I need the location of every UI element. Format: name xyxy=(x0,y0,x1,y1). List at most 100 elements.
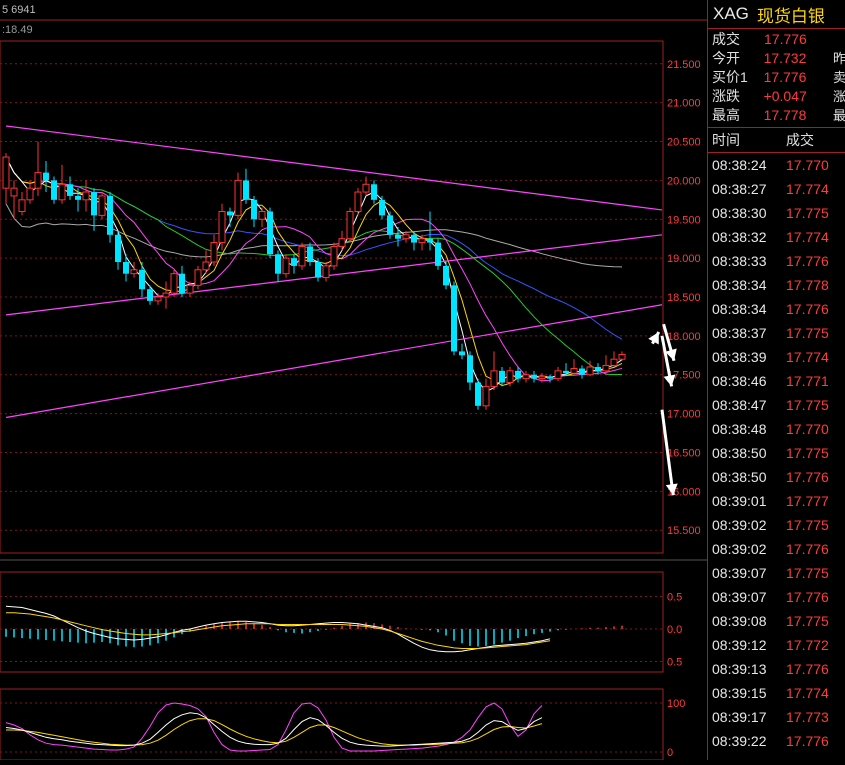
tick-price: 17.775 xyxy=(786,445,829,461)
candle-body-up xyxy=(522,374,530,380)
macd-tick-label: 0.5 xyxy=(667,592,682,604)
tick-price: 17.775 xyxy=(786,397,829,413)
quote-label: 成交 xyxy=(712,30,740,47)
tick-price: 17.770 xyxy=(786,157,829,173)
quote-row: 成交 17.776 xyxy=(708,29,845,48)
candle-body-down xyxy=(395,234,401,239)
tick-time: 08:39:02 xyxy=(712,541,767,557)
candle-body-up xyxy=(570,368,578,374)
candle-body-down xyxy=(451,285,457,352)
tick-price: 17.774 xyxy=(786,685,829,701)
tick-price: 17.776 xyxy=(786,469,829,485)
tick-time: 08:38:37 xyxy=(712,325,767,341)
candle-body-down xyxy=(371,184,377,200)
candle-body-down xyxy=(75,195,81,200)
candle-body-up xyxy=(354,191,362,212)
candle-body-up xyxy=(218,210,226,244)
candle-body-down xyxy=(107,195,113,235)
candle-body-down xyxy=(475,382,481,406)
y-tick-label: 16.500 xyxy=(667,447,701,459)
tick-time: 08:38:33 xyxy=(712,253,767,269)
quote-row: 最高 17.778 最 xyxy=(708,105,845,124)
tick-time: 08:38:50 xyxy=(712,445,767,461)
macd-dea-line xyxy=(6,612,551,649)
candle-body-up xyxy=(610,358,618,366)
candle-body-up xyxy=(26,187,34,201)
quote-value: 17.776 xyxy=(764,30,807,47)
candle-body-up xyxy=(282,257,290,275)
macd-tick-label: 0.0 xyxy=(667,624,682,636)
tick-time: 08:38:34 xyxy=(712,277,767,293)
tick-price: 17.775 xyxy=(786,565,829,581)
tick-row: 08:38:34 17.776 xyxy=(708,297,845,321)
tick-time: 08:39:22 xyxy=(712,733,767,749)
quote-panel: XAG 现货白银 成交 17.776 今开 17.732 昨买价1 17.776 卖涨跌 +0… xyxy=(707,0,845,760)
quote-label: 今开 xyxy=(712,49,740,66)
tick-price: 17.774 xyxy=(786,181,829,197)
quote-row: 涨跌 +0.047 涨 xyxy=(708,86,845,105)
macd-tick-label: 0.5 xyxy=(667,657,682,669)
tick-row: 08:38:27 17.774 xyxy=(708,177,845,201)
y-tick-label: 18.000 xyxy=(667,331,701,343)
candle-body-up xyxy=(258,210,266,220)
tick-row: 08:38:50 17.776 xyxy=(708,465,845,489)
indicator-legend: 5 6941 xyxy=(2,4,36,16)
trendline xyxy=(5,304,663,419)
candle-body-up xyxy=(362,183,370,193)
candle-body-up xyxy=(162,292,170,298)
chart-area[interactable]: 21.500 21.000 20.500 20.000 19.500 19.000 18.5… xyxy=(0,0,707,761)
tick-row: 08:38:46 17.771 xyxy=(708,369,845,393)
macd-panel-border xyxy=(0,571,664,673)
tick-list[interactable]: 08:38:24 17.770 08:38:27 17.774 08:38:30 17.7… xyxy=(708,153,845,753)
tick-row: 08:38:47 17.775 xyxy=(708,393,845,417)
tick-row: 08:39:17 17.773 xyxy=(708,705,845,729)
tick-price: 17.776 xyxy=(786,589,829,605)
quote-extra: 昨 xyxy=(832,51,845,66)
y-tick-label: 19.500 xyxy=(667,214,701,226)
candle-body-down xyxy=(435,242,441,266)
y-tick-label: 20.000 xyxy=(667,175,701,187)
tick-time: 08:38:47 xyxy=(712,397,767,413)
quote-label: 涨跌 xyxy=(712,87,740,104)
tick-row: 08:38:33 17.776 xyxy=(708,249,845,273)
tick-time: 08:39:01 xyxy=(712,493,767,509)
ma-line-magenta xyxy=(5,156,623,382)
candle-body-up xyxy=(402,234,410,240)
tick-row: 08:39:02 17.776 xyxy=(708,537,845,561)
candle-body-down xyxy=(315,262,321,278)
candle-body-down xyxy=(515,370,521,379)
candle-body-up xyxy=(298,245,306,267)
candle-body-up xyxy=(554,370,562,380)
tick-row: 08:38:48 17.770 xyxy=(708,417,845,441)
tick-row: 08:38:32 17.774 xyxy=(708,225,845,249)
tick-header-time: 时间 xyxy=(712,132,740,148)
tick-header: 时间 成交 xyxy=(708,127,845,153)
tick-time: 08:39:15 xyxy=(712,685,767,701)
y-tick-label: 21.500 xyxy=(667,59,701,71)
candle-body-down xyxy=(179,273,185,294)
candle-body-down xyxy=(427,238,433,243)
tick-row: 08:39:22 17.776 xyxy=(708,729,845,753)
candle-body-down xyxy=(467,355,473,383)
candle-body-down xyxy=(115,234,121,263)
tick-time: 08:39:17 xyxy=(712,709,767,725)
y-tick-label: 15.500 xyxy=(667,525,701,537)
candle-body-up xyxy=(194,269,202,286)
tick-row: 08:39:07 17.776 xyxy=(708,585,845,609)
candle-body-down xyxy=(67,184,73,196)
candle-body-up xyxy=(10,187,18,197)
candle-body-up xyxy=(506,370,514,384)
tick-row: 08:39:12 17.772 xyxy=(708,633,845,657)
tick-price: 17.776 xyxy=(786,253,829,269)
tick-price: 17.776 xyxy=(786,661,829,677)
candle-body-down xyxy=(411,234,417,243)
candle-body-up xyxy=(170,273,178,294)
chart-svg[interactable]: 21.500 21.000 20.500 20.000 19.500 19.000 18.5… xyxy=(0,0,707,761)
tick-time: 08:38:50 xyxy=(712,469,767,485)
tick-price: 17.774 xyxy=(786,349,829,365)
y-tick-label: 19.000 xyxy=(667,253,701,265)
quote-value: 17.778 xyxy=(763,106,807,123)
candle-body-down xyxy=(387,215,393,235)
symbol-code: XAG xyxy=(713,4,749,23)
tick-time: 08:39:12 xyxy=(712,637,767,653)
